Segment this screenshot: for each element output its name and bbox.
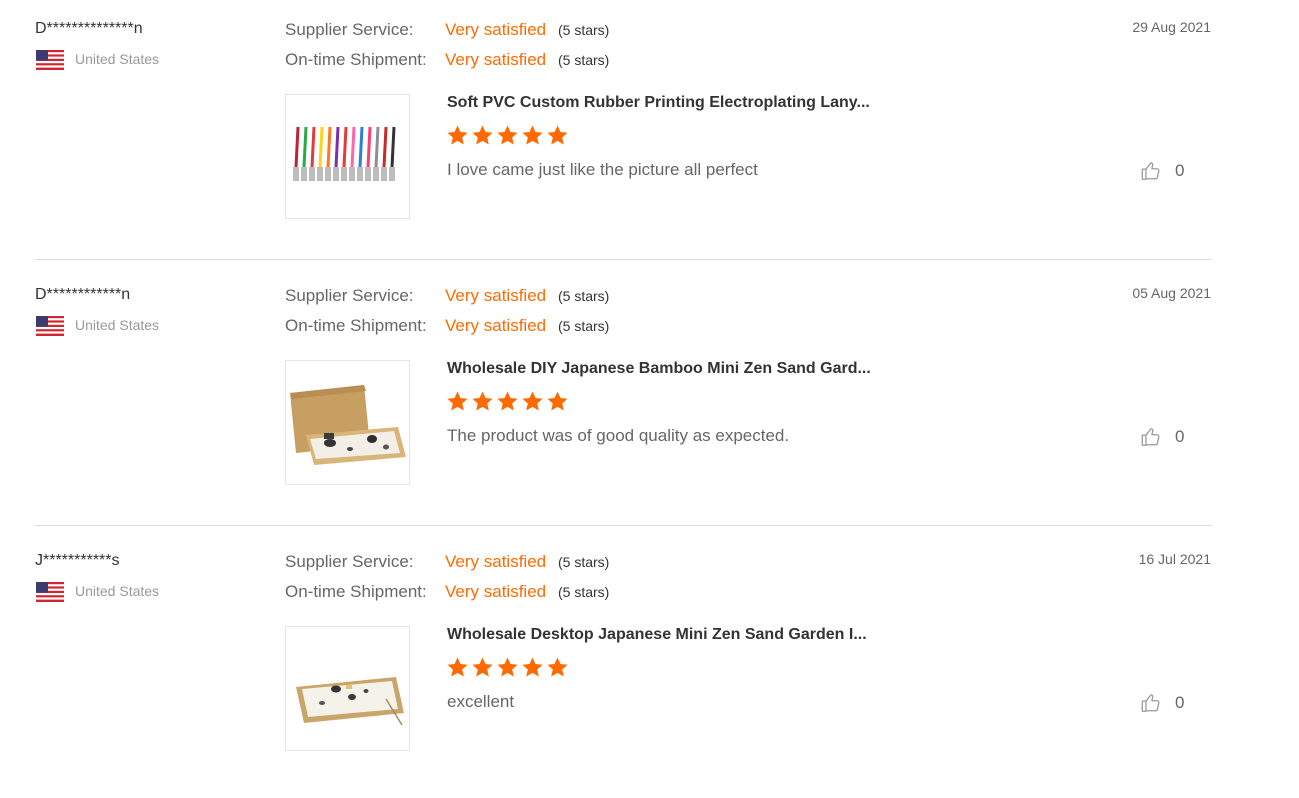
review-text: I love came just like the picture all pe…	[447, 160, 758, 179]
thumbs-up-icon	[1141, 694, 1160, 712]
us-flag-icon	[36, 582, 64, 602]
star-icon	[522, 391, 543, 411]
star-icon	[447, 657, 468, 677]
review-date: 29 Aug 2021	[1132, 19, 1211, 35]
buyer-name: D**************n	[35, 20, 143, 37]
supplier-service-value: Very satisfied	[445, 286, 547, 305]
shipment-label: On-time Shipment:	[285, 316, 427, 335]
shipment-stars: (5 stars)	[558, 584, 610, 600]
supplier-service-stars: (5 stars)	[558, 288, 610, 304]
product-image[interactable]	[285, 360, 410, 485]
like-count: 0	[1175, 693, 1185, 712]
review-divider	[35, 525, 1212, 526]
zen-garden-box-image	[290, 385, 406, 465]
product-image[interactable]	[285, 626, 410, 751]
star-icon	[497, 125, 518, 145]
star-icon	[472, 391, 493, 411]
thumbs-up-icon	[1141, 428, 1160, 446]
like-count: 0	[1175, 427, 1185, 446]
star-icon	[547, 125, 568, 145]
star-icon	[447, 391, 468, 411]
star-icon	[447, 125, 468, 145]
us-flag-icon	[36, 316, 64, 336]
review-item: D**************n United States Supplier …	[0, 0, 1299, 266]
star-icon	[522, 125, 543, 145]
review-text: The product was of good quality as expec…	[447, 426, 790, 445]
review-stars	[446, 656, 569, 680]
review-stars	[446, 124, 569, 148]
supplier-service-stars: (5 stars)	[558, 22, 610, 38]
buyer-country: United States	[75, 583, 160, 599]
product-title-link[interactable]: Soft PVC Custom Rubber Printing Electrop…	[447, 94, 870, 112]
star-icon	[547, 657, 568, 677]
shipment-stars: (5 stars)	[558, 318, 610, 334]
review-stars	[446, 390, 569, 414]
review-item: J***********s United States Supplier Ser…	[0, 532, 1299, 798]
buyer-name: J***********s	[35, 552, 120, 569]
shipment-value: Very satisfied	[445, 50, 547, 69]
like-button[interactable]: 0	[1140, 426, 1184, 448]
like-button[interactable]: 0	[1140, 160, 1184, 182]
buyer-country: United States	[75, 51, 160, 67]
us-flag-icon	[36, 50, 64, 70]
shipment-label: On-time Shipment:	[285, 582, 427, 601]
buyer-country: United States	[75, 317, 160, 333]
review-item: D************n United States Supplier Se…	[0, 266, 1299, 532]
star-icon	[547, 391, 568, 411]
review-divider	[35, 259, 1212, 260]
supplier-service-label: Supplier Service:	[285, 286, 414, 305]
supplier-service-value: Very satisfied	[445, 20, 547, 39]
supplier-service-value: Very satisfied	[445, 552, 547, 571]
shipment-stars: (5 stars)	[558, 52, 610, 68]
review-date: 05 Aug 2021	[1132, 285, 1211, 301]
shipment-value: Very satisfied	[445, 582, 547, 601]
zen-garden-tray-image	[296, 677, 404, 726]
buyer-name: D************n	[35, 286, 131, 303]
like-button[interactable]: 0	[1140, 692, 1184, 714]
like-count: 0	[1175, 161, 1185, 180]
star-icon	[497, 391, 518, 411]
lanyards-image	[293, 126, 396, 181]
shipment-label: On-time Shipment:	[285, 50, 427, 69]
supplier-service-label: Supplier Service:	[285, 552, 414, 571]
review-text: excellent	[447, 692, 515, 711]
product-image[interactable]	[285, 94, 410, 219]
star-icon	[472, 657, 493, 677]
supplier-service-label: Supplier Service:	[285, 20, 414, 39]
star-icon	[522, 657, 543, 677]
star-icon	[497, 657, 518, 677]
product-title-link[interactable]: Wholesale Desktop Japanese Mini Zen Sand…	[447, 626, 867, 644]
star-icon	[472, 125, 493, 145]
supplier-service-stars: (5 stars)	[558, 554, 610, 570]
shipment-value: Very satisfied	[445, 316, 547, 335]
product-title-link[interactable]: Wholesale DIY Japanese Bamboo Mini Zen S…	[447, 360, 871, 378]
review-date: 16 Jul 2021	[1138, 551, 1211, 567]
thumbs-up-icon	[1141, 162, 1160, 180]
